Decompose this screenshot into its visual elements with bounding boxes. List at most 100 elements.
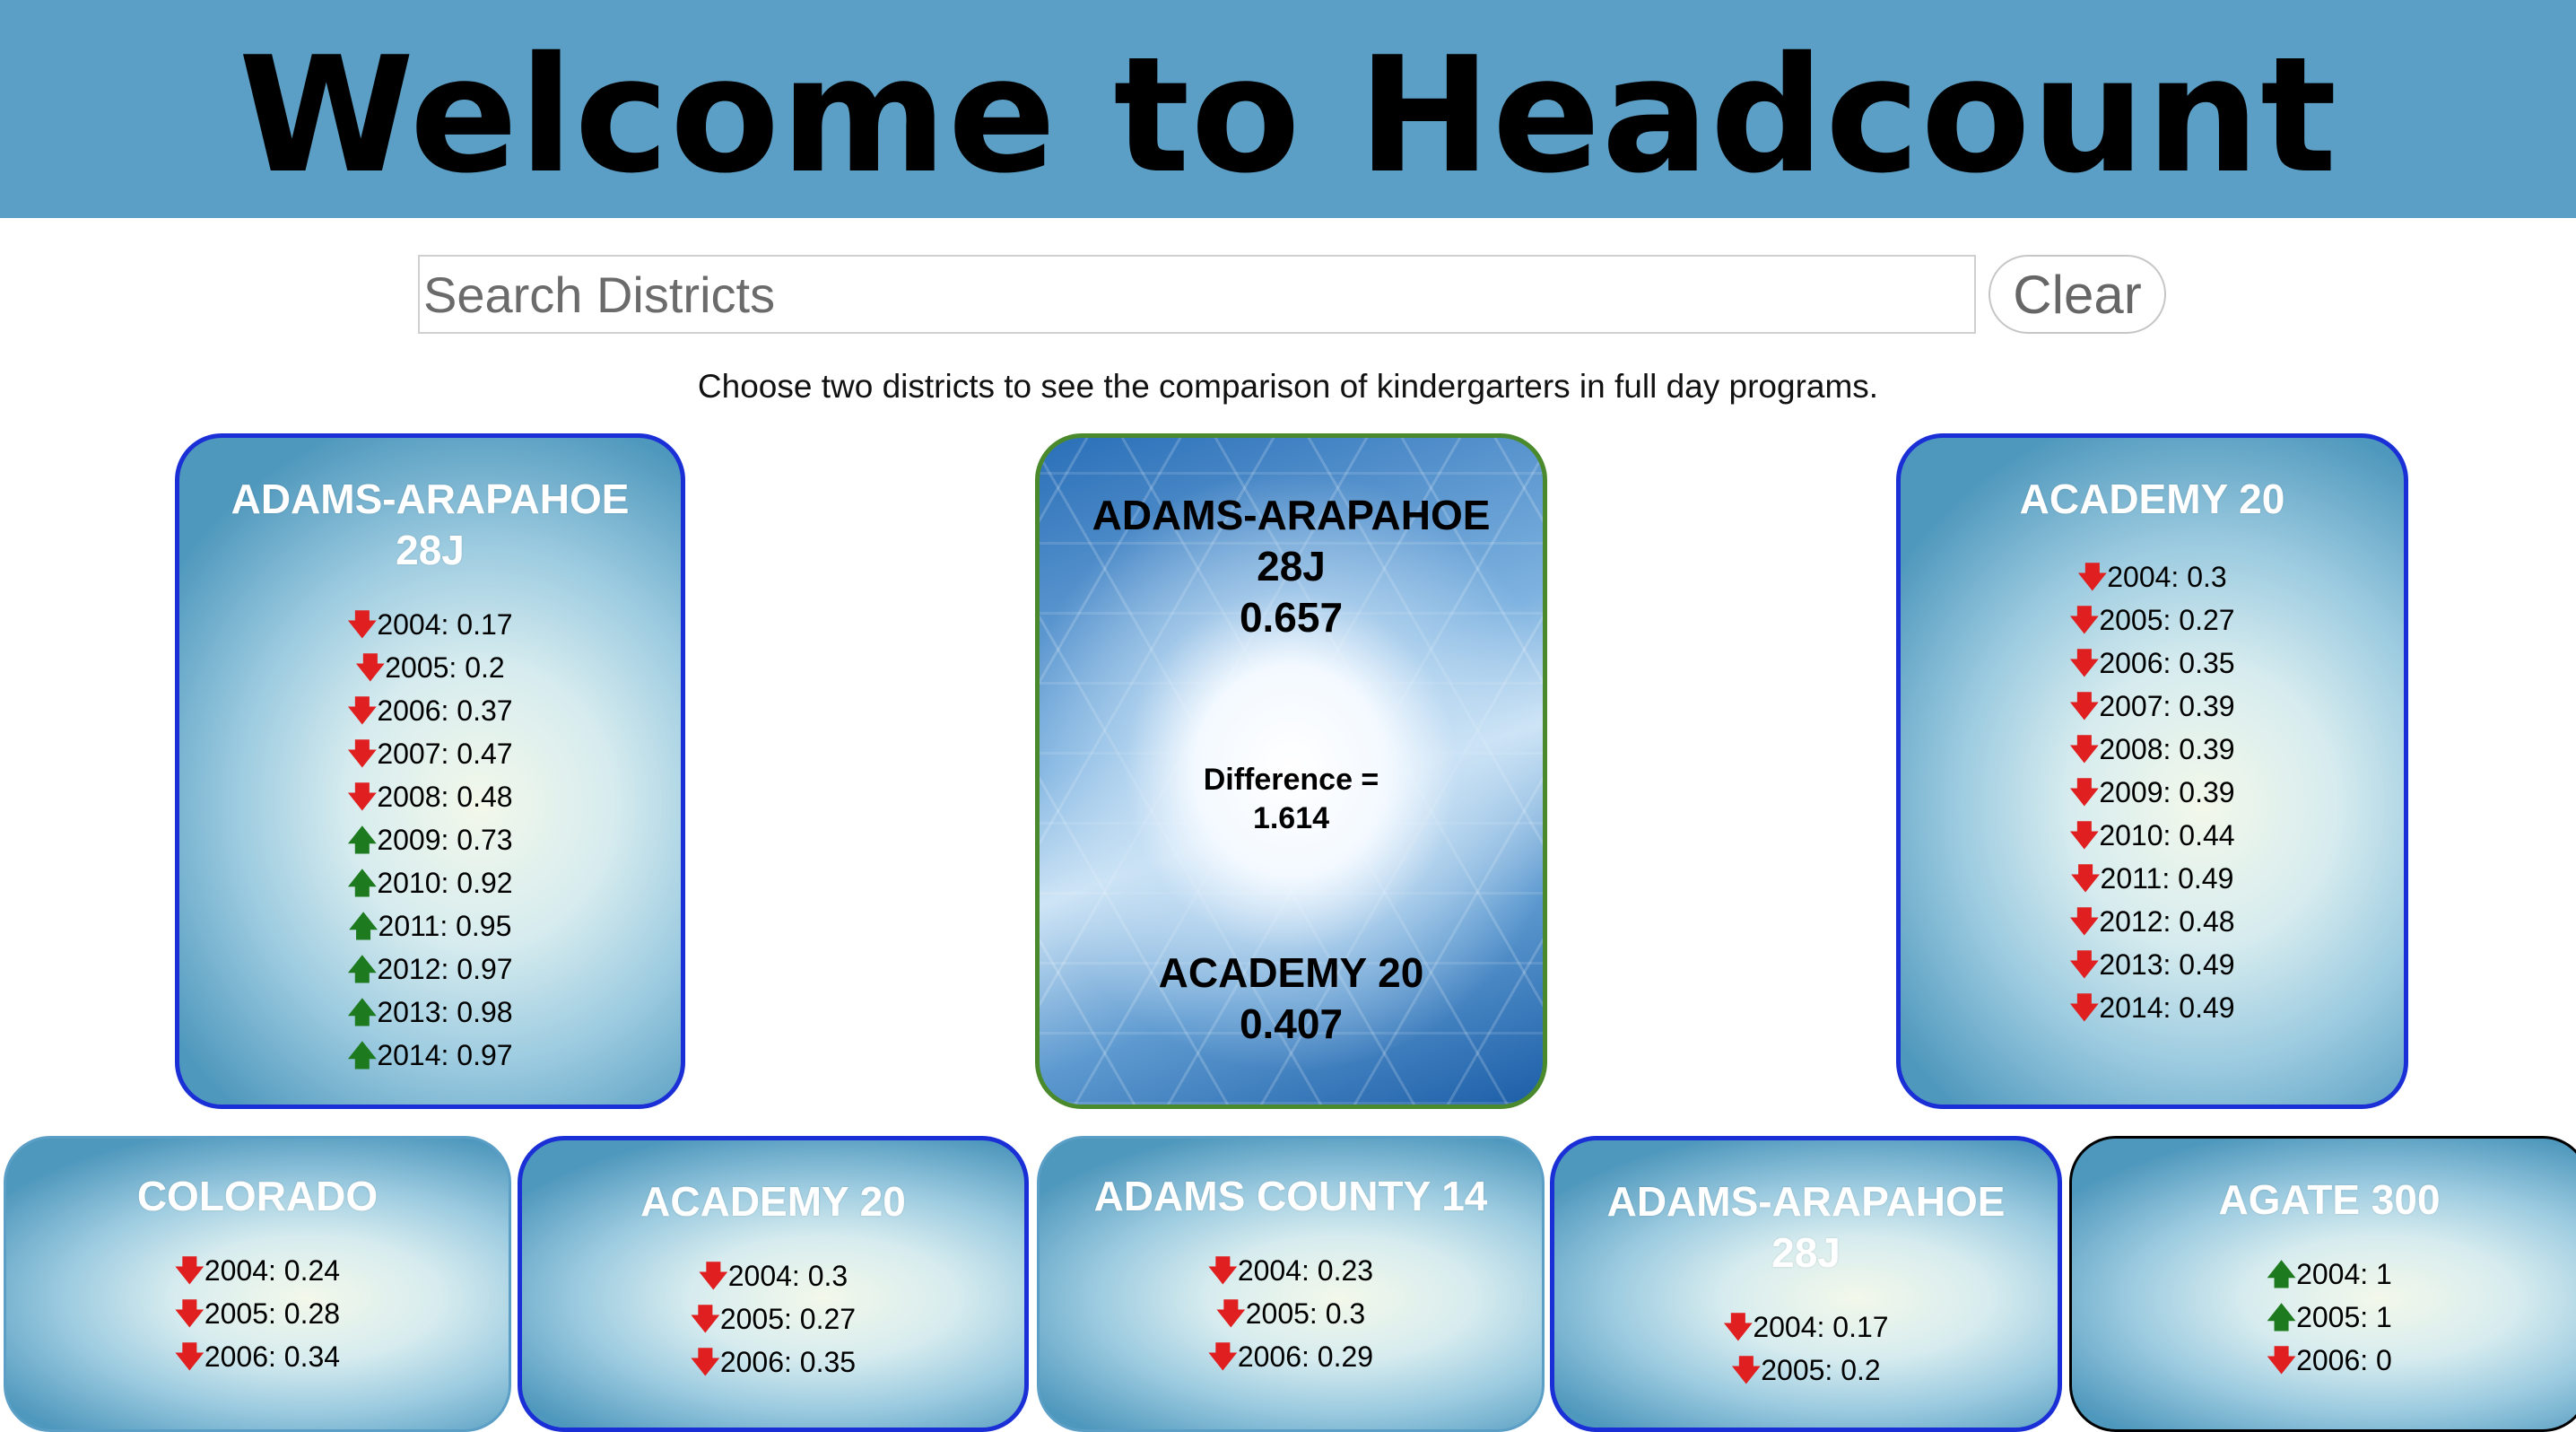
arrow-down-icon: 🡇 — [1723, 1311, 1754, 1343]
year-item: 🡅2014: 0.97 — [347, 1039, 513, 1071]
comparison-card: ADAMS-ARAPAHOE 28J 0.657 Difference = 1.… — [1035, 433, 1547, 1109]
instructions-text: Choose two districts to see the comparis… — [697, 368, 1879, 405]
year-item: 🡇2008: 0.39 — [2069, 733, 2235, 765]
year-item: 🡅2005: 1 — [2267, 1301, 2392, 1333]
arrow-up-icon: 🡅 — [347, 867, 378, 899]
arrow-down-icon: 🡇 — [2077, 561, 2108, 593]
year-list: 🡇2004: 0.17 🡇2005: 0.2 — [1554, 1305, 2058, 1392]
arrow-down-icon: 🡇 — [690, 1303, 720, 1335]
year-item: 🡇2005: 0.27 — [690, 1303, 857, 1335]
selected-district-card[interactable]: ADAMS-ARAPAHOE 28J 🡇2004: 0.17 🡇2005: 0.… — [175, 433, 685, 1109]
year-list: 🡇2004: 0.3 🡇2005: 0.27 🡇2006: 0.35 🡇2007… — [1901, 555, 2404, 1029]
difference-value: 1.614 — [1252, 801, 1330, 835]
year-list: 🡇2004: 0.3 🡇2005: 0.27 🡇2006: 0.35 — [522, 1254, 1024, 1384]
year-item: 🡇2010: 0.44 — [2069, 819, 2235, 851]
selected-district-card[interactable]: ACADEMY 20 🡇2004: 0.3 🡇2005: 0.27 🡇2006:… — [1896, 433, 2408, 1109]
comparison-difference: Difference = 1.614 — [1040, 761, 1543, 838]
year-item: 🡇2011: 0.49 — [2070, 862, 2234, 895]
arrow-up-icon: 🡅 — [347, 996, 378, 1028]
arrow-down-icon: 🡇 — [347, 781, 378, 813]
year-item: 🡇2006: 0.29 — [1207, 1340, 1374, 1373]
year-list: 🡅2004: 1 🡅2005: 1 🡇2006: 0 — [2072, 1253, 2576, 1382]
year-item: 🡇2004: 0.3 — [2077, 561, 2227, 593]
year-list: 🡇2004: 0.23 🡇2005: 0.3 🡇2006: 0.29 — [1040, 1249, 1542, 1378]
district-name: ADAMS-ARAPAHOE 28J — [231, 476, 630, 573]
year-item: 🡇2007: 0.47 — [347, 738, 513, 770]
arrow-down-icon: 🡇 — [347, 694, 378, 727]
comparison-district-a-value: 0.657 — [1239, 594, 1344, 641]
clear-button[interactable]: Clear — [1989, 255, 2166, 334]
year-item: 🡇2005: 0.27 — [2069, 604, 2235, 636]
comparison-district-b-value: 0.407 — [1239, 1000, 1344, 1047]
comparison-district-a: ADAMS-ARAPAHOE 28J 0.657 — [1040, 490, 1543, 643]
year-item: 🡅2012: 0.97 — [347, 953, 513, 985]
arrow-down-icon: 🡇 — [2069, 604, 2100, 636]
arrow-up-icon: 🡅 — [347, 1039, 378, 1071]
arrow-down-icon: 🡇 — [174, 1297, 205, 1330]
arrow-down-icon: 🡇 — [2069, 733, 2100, 765]
district-name: ACADEMY 20 — [640, 1178, 906, 1225]
year-list: 🡇2004: 0.24 🡇2005: 0.28 🡇2006: 0.34 — [6, 1249, 509, 1378]
year-item: 🡅2013: 0.98 — [347, 996, 513, 1028]
arrow-down-icon: 🡇 — [2069, 776, 2100, 808]
arrow-down-icon: 🡇 — [347, 738, 378, 770]
year-list: 🡇2004: 0.17 🡇2005: 0.2 🡇2006: 0.37 🡇2007… — [179, 603, 681, 1077]
year-item: 🡅2004: 1 — [2267, 1258, 2392, 1290]
arrow-down-icon: 🡇 — [698, 1260, 728, 1292]
district-card-adams-county-14[interactable]: ADAMS COUNTY 14 🡇2004: 0.23 🡇2005: 0.3 🡇… — [1037, 1136, 1545, 1432]
arrow-down-icon: 🡇 — [1207, 1340, 1238, 1373]
year-item: 🡇2013: 0.49 — [2069, 948, 2235, 981]
year-item: 🡇2005: 0.2 — [355, 651, 505, 684]
district-name: ADAMS-ARAPAHOE 28J — [1606, 1178, 2006, 1276]
year-item: 🡇2006: 0.37 — [347, 694, 513, 727]
arrow-down-icon: 🡇 — [2069, 819, 2100, 851]
year-item: 🡇2014: 0.49 — [2069, 991, 2235, 1024]
year-item: 🡇2004: 0.24 — [174, 1254, 341, 1287]
district-name: ADAMS COUNTY 14 — [1093, 1173, 1488, 1219]
year-item: 🡇2012: 0.48 — [2069, 905, 2235, 938]
year-item: 🡇2006: 0 — [2267, 1344, 2392, 1376]
arrow-up-icon: 🡅 — [347, 953, 378, 985]
arrow-down-icon: 🡇 — [355, 651, 386, 684]
year-item: 🡇2004: 0.17 — [347, 608, 513, 641]
arrow-down-icon: 🡇 — [1207, 1254, 1238, 1287]
arrow-up-icon: 🡅 — [348, 910, 379, 942]
year-item: 🡇2004: 0.3 — [698, 1260, 849, 1292]
search-input[interactable] — [418, 255, 1976, 334]
district-name: COLORADO — [136, 1173, 379, 1219]
arrow-down-icon: 🡇 — [690, 1346, 720, 1378]
year-item: 🡇2008: 0.48 — [347, 781, 513, 813]
comparison-district-b: ACADEMY 20 0.407 — [1040, 947, 1543, 1050]
district-card-adams-arapahoe-28j[interactable]: ADAMS-ARAPAHOE 28J 🡇2004: 0.17 🡇2005: 0.… — [1550, 1136, 2062, 1432]
year-item: 🡅2009: 0.73 — [347, 824, 513, 856]
arrow-up-icon: 🡅 — [347, 824, 378, 856]
arrow-down-icon: 🡇 — [2069, 905, 2100, 938]
arrow-down-icon: 🡇 — [174, 1340, 205, 1373]
year-item: 🡇2005: 0.28 — [174, 1297, 341, 1330]
district-card-agate-300[interactable]: AGATE 300 🡅2004: 1 🡅2005: 1 🡇2006: 0 — [2069, 1136, 2576, 1432]
arrow-down-icon: 🡇 — [2069, 647, 2100, 679]
arrow-down-icon: 🡇 — [2267, 1344, 2297, 1376]
district-name: ACADEMY 20 — [2019, 476, 2285, 522]
arrow-down-icon: 🡇 — [2070, 862, 2101, 895]
year-item: 🡇2004: 0.17 — [1723, 1311, 1889, 1343]
arrow-up-icon: 🡅 — [2267, 1301, 2297, 1333]
district-name: AGATE 300 — [2218, 1176, 2441, 1223]
arrow-down-icon: 🡇 — [174, 1254, 205, 1287]
year-item: 🡇2007: 0.39 — [2069, 690, 2235, 722]
year-item: 🡇2006: 0.34 — [174, 1340, 341, 1373]
year-item: 🡅2010: 0.92 — [347, 867, 513, 899]
comparison-district-a-name: ADAMS-ARAPAHOE 28J — [1092, 492, 1491, 589]
year-item: 🡇2006: 0.35 — [690, 1346, 857, 1378]
difference-label: Difference = — [1203, 763, 1379, 797]
arrow-up-icon: 🡅 — [2267, 1258, 2297, 1290]
page-title: Welcome to Headcount — [238, 22, 2338, 208]
arrow-down-icon: 🡇 — [2069, 991, 2100, 1024]
district-card-colorado[interactable]: COLORADO 🡇2004: 0.24 🡇2005: 0.28 🡇2006: … — [4, 1136, 511, 1432]
arrow-down-icon: 🡇 — [1215, 1297, 1246, 1330]
arrow-down-icon: 🡇 — [2069, 690, 2100, 722]
arrow-down-icon: 🡇 — [347, 608, 378, 641]
district-card-academy-20[interactable]: ACADEMY 20 🡇2004: 0.3 🡇2005: 0.27 🡇2006:… — [518, 1136, 1029, 1432]
year-item: 🡇2005: 0.3 — [1215, 1297, 1366, 1330]
arrow-down-icon: 🡇 — [2069, 948, 2100, 981]
